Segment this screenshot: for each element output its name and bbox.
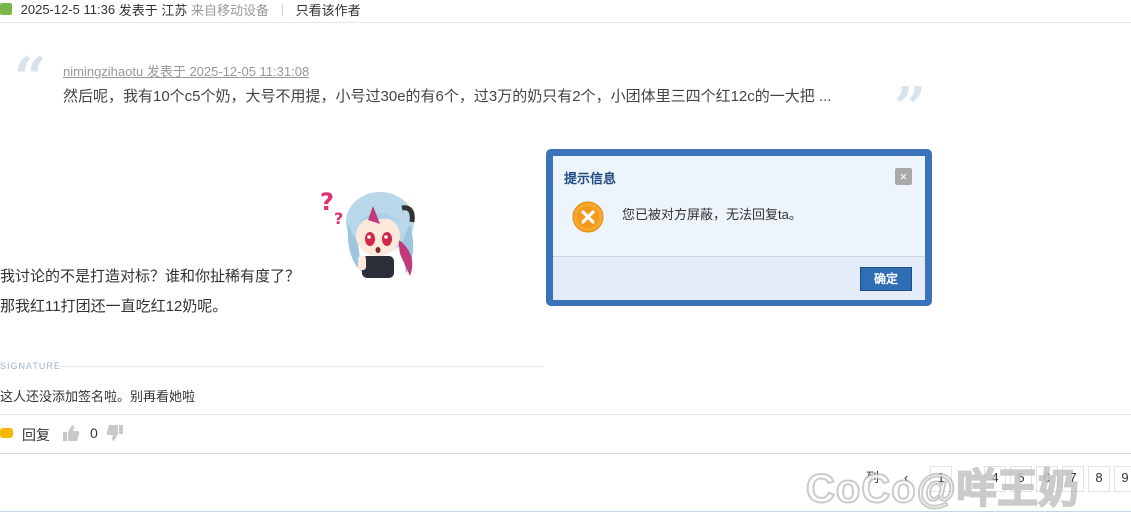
like-count: 0 (90, 425, 98, 441)
pager-page[interactable]: 9 (1114, 466, 1131, 492)
close-icon[interactable]: × (895, 168, 912, 185)
ok-button[interactable]: 确定 (860, 267, 912, 291)
top-divider (0, 22, 1131, 23)
svg-text:?: ? (320, 188, 334, 216)
thumbs-down-icon[interactable] (106, 424, 124, 442)
error-x-icon (572, 201, 604, 233)
actions-divider (0, 453, 1131, 454)
post-divider (0, 414, 1131, 415)
signature-text: 这人还没添加签名啦。别再看她啦 (0, 389, 196, 404)
svg-text:?: ? (334, 209, 343, 228)
quote-close-icon: ” (894, 75, 927, 141)
meta-separator: | (280, 2, 285, 17)
bottom-divider (0, 511, 1131, 512)
reply-icon[interactable] (0, 428, 13, 438)
post-line-2: 那我红11打团还一直吃红12奶呢。 (0, 298, 228, 315)
thumbs-up-icon[interactable] (62, 424, 80, 442)
post-datetime: 2025-12-5 11:36 (20, 2, 116, 17)
post-device: 来自移动设备 (190, 3, 269, 18)
watermark: CoCo@咩王奶 (805, 466, 1080, 512)
anime-girl-sticker-icon: ? ? (320, 188, 415, 278)
quote-author-line[interactable]: nimingzihaotu 发表于 2025-12-05 11:31:08 (63, 61, 309, 80)
post-line-1: 我讨论的不是打造对标？谁和你扯稀有度了？ (0, 268, 301, 285)
dialog-title: 提示信息 (564, 171, 617, 186)
reply-button[interactable]: 回复 (22, 425, 50, 445)
dialog-body: 提示信息 × 您已被对方屏蔽，无法回复ta。 确定 (553, 156, 925, 300)
online-user-icon (0, 2, 12, 15)
posted-at-label: 发表于 (118, 3, 158, 18)
only-author-link[interactable]: 只看该作者 (296, 3, 361, 18)
signature-label: SIGNATURE (0, 361, 61, 371)
dialog-footer: 确定 (553, 256, 925, 300)
post-meta: 2025-12-5 11:36 发表于 江苏 来自移动设备 | 只看该作者 (0, 0, 361, 18)
dialog-message: 您已被对方屏蔽，无法回复ta。 (622, 207, 802, 222)
signature-divider (62, 366, 544, 367)
post-location: 江苏 (161, 3, 188, 18)
pager-page[interactable]: 8 (1088, 466, 1110, 492)
notice-dialog: 提示信息 × 您已被对方屏蔽，无法回复ta。 确定 (546, 149, 932, 306)
quote-text: 然后呢，我有10个c5个奶，大号不用提，小号过30e的有6个，过3万的奶只有2个… (63, 88, 832, 105)
quote-open-icon: “ (14, 45, 47, 111)
